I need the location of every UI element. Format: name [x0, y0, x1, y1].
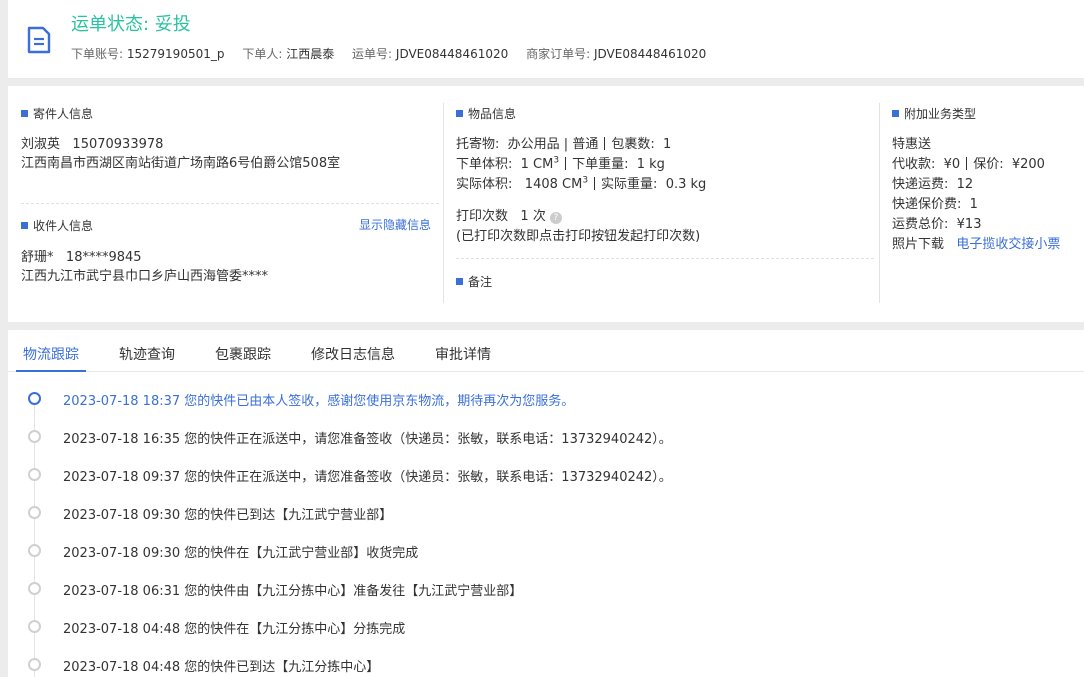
merchant-order-value: JDVE08448461020 — [593, 47, 707, 61]
remark-section-title: 备注 — [456, 273, 492, 290]
photo-download-label: 照片下载 — [892, 237, 945, 252]
sender-phone: 15070933978 — [72, 137, 164, 152]
timeline-dot-icon — [28, 468, 41, 481]
orderer-label: 下单人: — [242, 47, 283, 61]
tab-trajectory-query[interactable]: 轨迹查询 — [119, 344, 175, 364]
timeline-item: 2023-07-18 04:48 您的快件已到达【九江分拣中心】 — [8, 655, 1084, 675]
tab-package-tracking[interactable]: 包裹跟踪 — [215, 344, 271, 364]
addon-freight-row: 快递运费: 12 — [892, 177, 974, 192]
goods-section-title: 物品信息 — [456, 105, 516, 122]
print-note: (已打印次数即点击打印按钮发起打印次数) — [456, 229, 701, 244]
timeline-dot-icon — [28, 544, 41, 557]
section-marker-icon — [892, 110, 899, 117]
waybill-value: JDVE08448461020 — [395, 47, 509, 61]
sender-section-title: 寄件人信息 — [21, 105, 93, 122]
order-meta: 下单账号: 15279190501_p 下单人: 江西晨泰 运单号: JDVE0… — [71, 45, 720, 62]
account-value: 15279190501_p — [126, 47, 225, 61]
divider — [879, 103, 880, 303]
sender-contact: 刘淑英 15070933978 — [21, 133, 163, 152]
timeline-dot-icon — [28, 506, 41, 519]
print-count-row: 打印次数 1 次? — [456, 205, 562, 224]
timeline-dot-icon — [28, 430, 41, 443]
addon-section-title: 附加业务类型 — [892, 105, 976, 122]
document-icon — [27, 26, 51, 54]
divider — [21, 203, 439, 204]
timeline-item: 2023-07-18 06:31 您的快件由【九江分拣中心】准备发往【九江武宁营… — [8, 579, 1084, 599]
tracking-panel: 物流跟踪 轨迹查询 包裹跟踪 修改日志信息 审批详情 2023-07-18 18… — [8, 330, 1084, 677]
goods-consign-row: 托寄物: 办公用品 | 普通 包裹数: 1 — [456, 137, 672, 152]
waybill-header: 运单状态: 妥投 下单账号: 15279190501_p 下单人: 江西晨泰 运… — [8, 0, 1084, 79]
section-marker-icon — [456, 278, 463, 285]
tab-approval-details[interactable]: 审批详情 — [435, 344, 491, 364]
goods-order-size-row: 下单体积: 1 CM3 下单重量: 1 kg — [456, 155, 665, 172]
addon-insure-fee-row: 快递保价费: 1 — [892, 197, 978, 212]
waybill-label: 运单号: — [352, 47, 393, 61]
addon-cod-row: 代收款: ¥0 保价: ¥200 — [892, 157, 1045, 172]
section-marker-icon — [21, 110, 28, 117]
timeline-dot-icon — [28, 392, 41, 405]
divider — [456, 258, 874, 259]
info-panel: 寄件人信息 刘淑英 15070933978 江西南昌市西湖区南站街道广场南路6号… — [8, 86, 1084, 322]
receiver-contact: 舒珊* 18****9845 — [21, 246, 142, 265]
tracking-tabs: 物流跟踪 轨迹查询 包裹跟踪 修改日志信息 审批详情 — [8, 330, 1084, 372]
show-hidden-info-link[interactable]: 显示隐藏信息 — [359, 216, 431, 233]
addon-photo-row: 照片下载 电子揽收交接小票 — [892, 233, 1060, 252]
account-label: 下单账号: — [71, 47, 124, 61]
waybill-status: 运单状态: 妥投 — [71, 14, 191, 35]
timeline-item: 2023-07-18 16:35 您的快件正在派送中，请您准备签收（快递员：张敏… — [8, 427, 1084, 447]
timeline-item: 2023-07-18 09:30 您的快件在【九江武宁营业部】收货完成 — [8, 541, 1084, 561]
receiver-name: 舒珊* — [21, 250, 54, 265]
sender-address: 江西南昌市西湖区南站街道广场南路6号伯爵公馆508室 — [21, 156, 341, 171]
orderer-value: 江西晨泰 — [286, 47, 335, 61]
timeline-item: 2023-07-18 18:37 您的快件已由本人签收，感谢您使用京东物流，期待… — [8, 389, 1084, 409]
active-tab-indicator — [16, 370, 86, 372]
section-marker-icon — [456, 110, 463, 117]
tab-modification-log[interactable]: 修改日志信息 — [311, 344, 395, 364]
goods-actual-size-row: 实际体积: 1408 CM3 实际重量: 0.3 kg — [456, 175, 707, 192]
timeline-dot-icon — [28, 620, 41, 633]
section-marker-icon — [21, 222, 28, 229]
receiver-address: 江西九江市武宁县巾口乡庐山西海管委**** — [21, 269, 269, 284]
addon-service: 特惠送 — [892, 137, 932, 152]
tab-logistics-tracking[interactable]: 物流跟踪 — [23, 344, 79, 364]
timeline-dot-icon — [28, 658, 41, 671]
question-icon[interactable]: ? — [549, 212, 562, 224]
timeline-item: 2023-07-18 04:48 您的快件在【九江分拣中心】分拣完成 — [8, 617, 1084, 637]
receiver-phone: 18****9845 — [65, 250, 142, 265]
timeline-item: 2023-07-18 09:30 您的快件已到达【九江武宁营业部】 — [8, 503, 1084, 523]
receiver-section-title: 收件人信息 — [21, 217, 93, 234]
timeline-item: 2023-07-18 09:37 您的快件正在派送中，请您准备签收（快递员：张敏… — [8, 465, 1084, 485]
merchant-order-label: 商家订单号: — [526, 47, 591, 61]
sender-name: 刘淑英 — [21, 137, 61, 152]
addon-total-row: 运费总价: ¥13 — [892, 217, 982, 232]
divider — [443, 103, 444, 303]
photo-download-link[interactable]: 电子揽收交接小票 — [956, 237, 1060, 252]
timeline-dot-icon — [28, 582, 41, 595]
